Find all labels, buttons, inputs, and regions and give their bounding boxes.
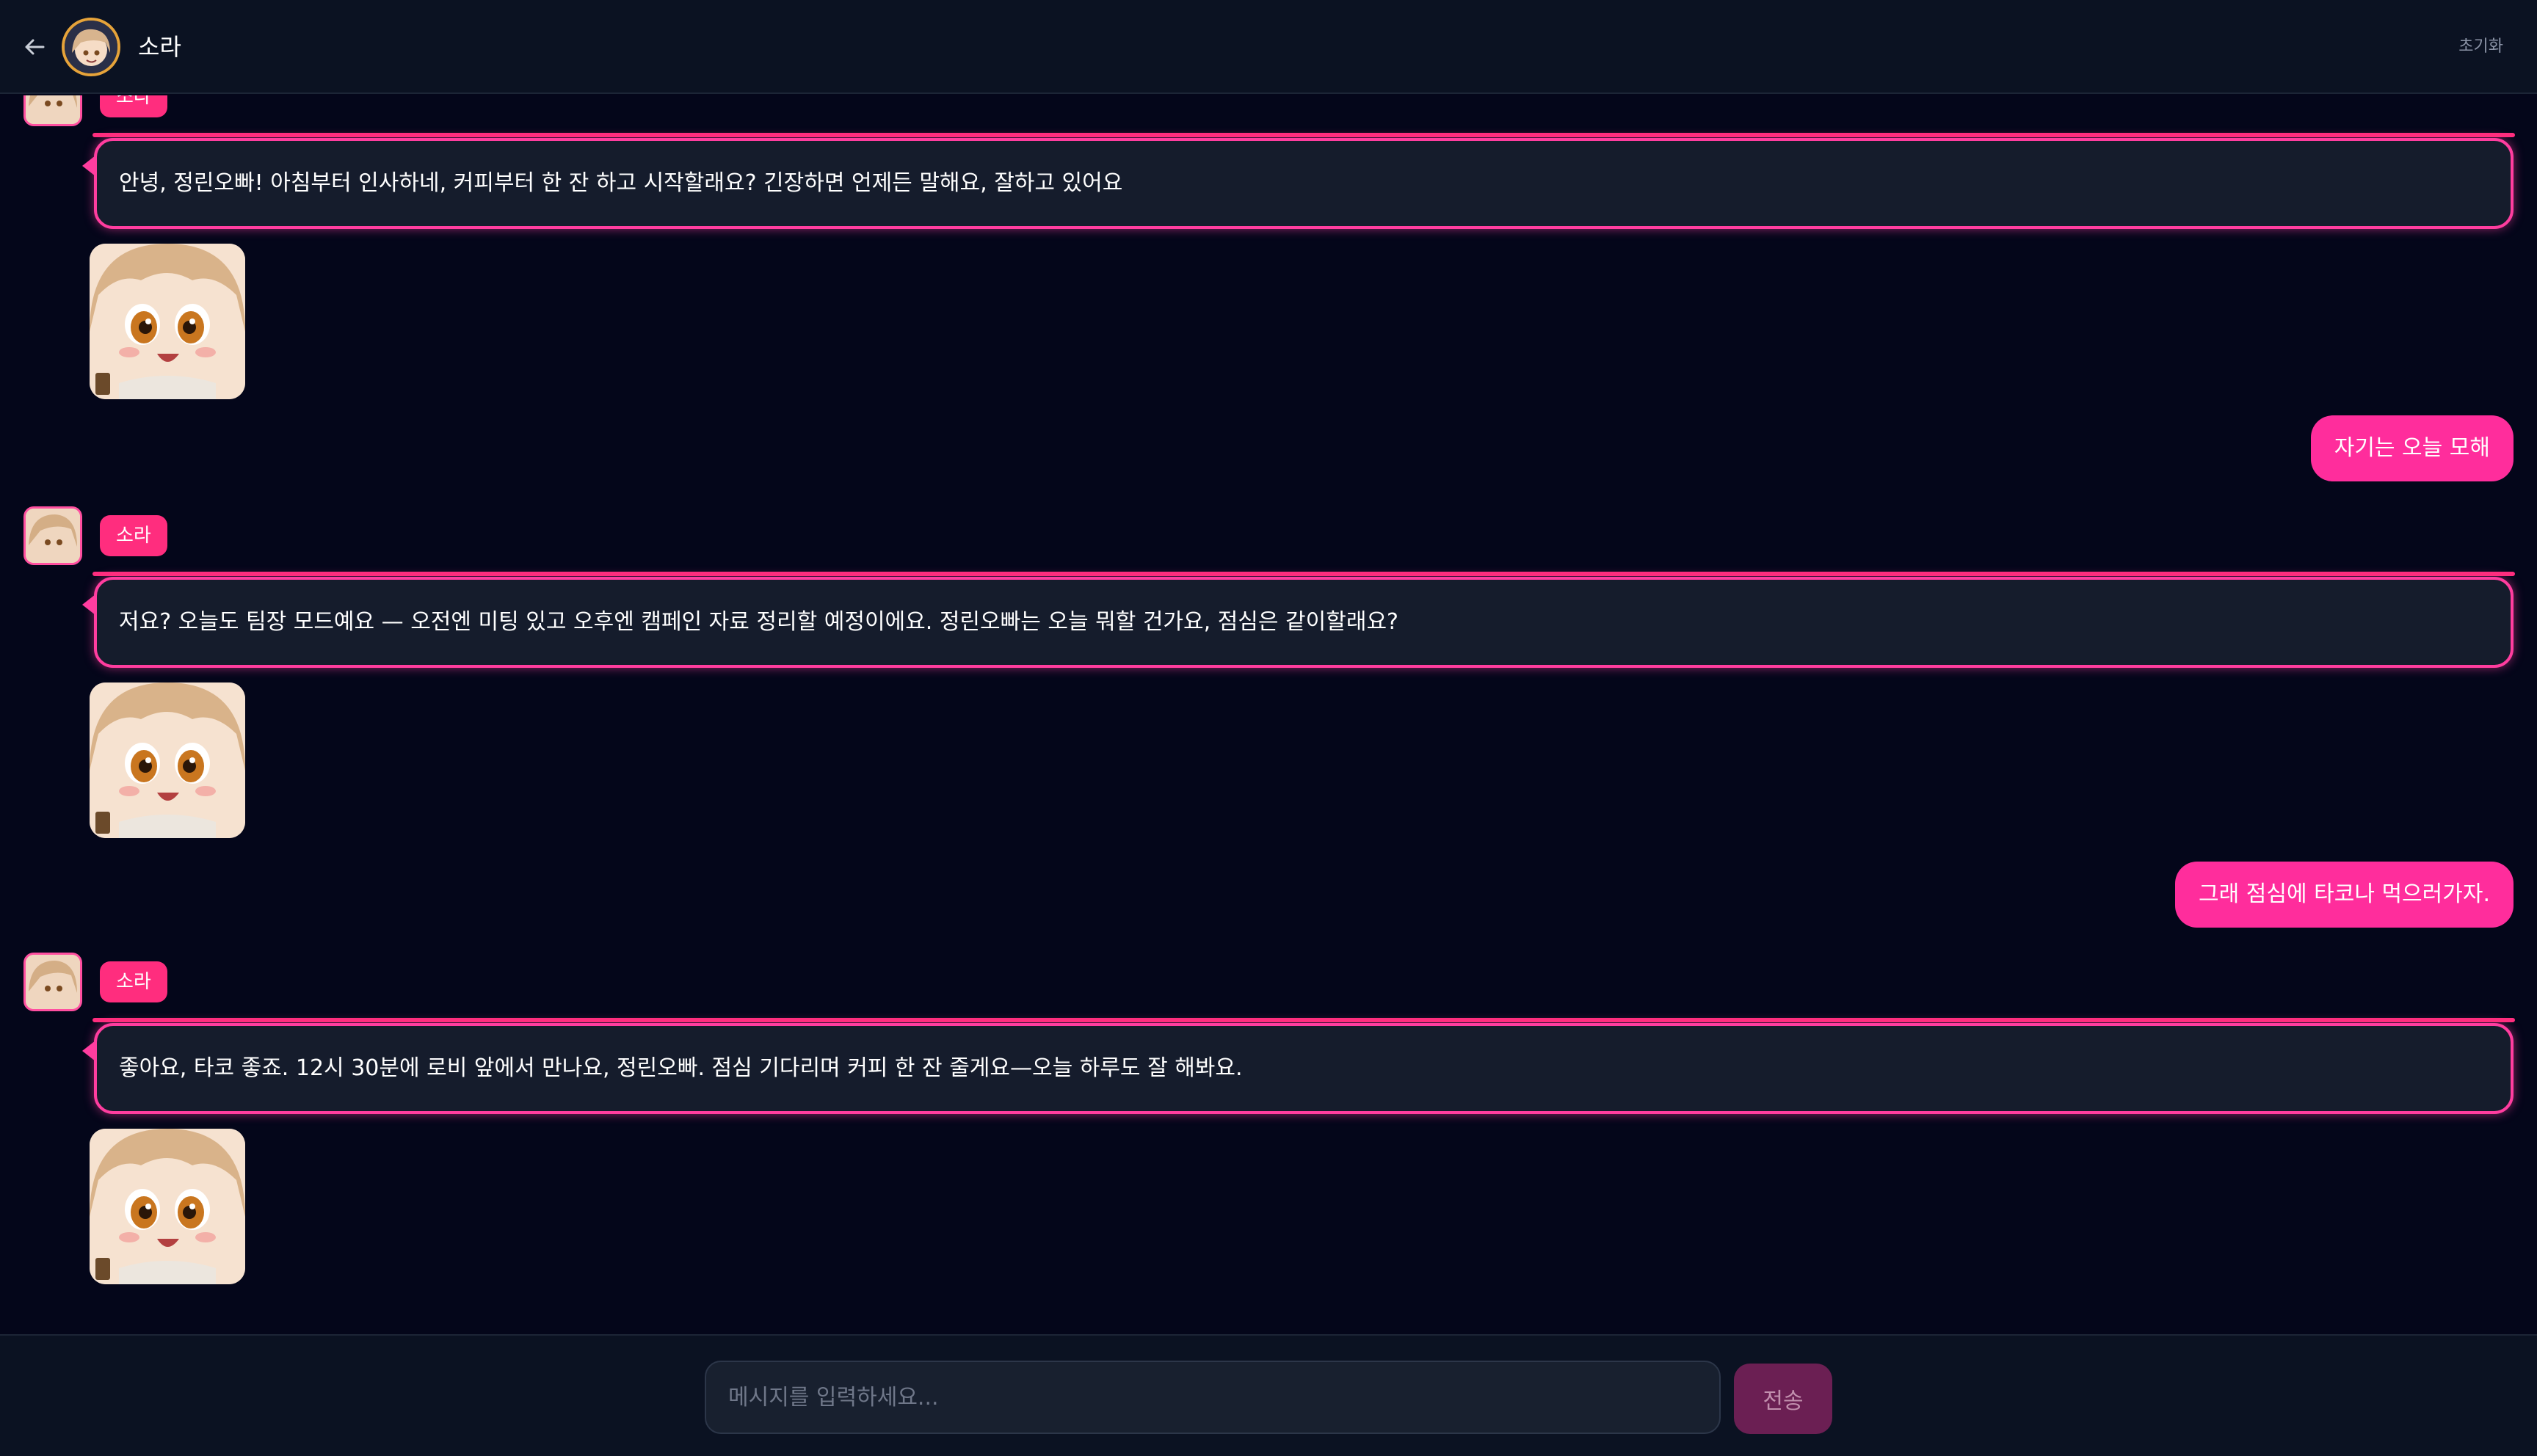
arrow-left-icon <box>25 39 45 55</box>
character-name-tag: 소라 <box>100 515 167 556</box>
character-avatar-image <box>26 95 80 124</box>
smiling-character-sticker <box>90 1129 245 1284</box>
chat-header: 소라 초기화 <box>0 0 2537 94</box>
message-list[interactable]: 소라 안녕, 정린오빠! 아침부터 인사하네, 커피부터 한 잔 하고 시작할래… <box>0 95 2537 1334</box>
message-input[interactable] <box>705 1361 1721 1434</box>
bot-message-bubble: 저요? 오늘도 팀장 모드예요 — 오전엔 미팅 있고 오후엔 캠페인 자료 정… <box>82 572 2515 668</box>
bot-message: 소라 저요? 오늘도 팀장 모드예요 — 오전엔 미팅 있고 오후엔 캠페인 자… <box>0 506 2537 859</box>
character-name-tag: 소라 <box>100 95 167 117</box>
character-avatar-image <box>26 509 80 563</box>
back-button[interactable] <box>19 32 50 62</box>
user-message-bubble: 자기는 오늘 모해 <box>2310 415 2514 481</box>
character-avatar-image <box>26 955 80 1009</box>
sticker-image <box>90 682 245 838</box>
bot-message: 소라 좋아요, 타코 좋죠. 12시 30분에 로비 앞에서 만나요, 정린오빠… <box>0 953 2537 1305</box>
sticker-image <box>90 244 245 399</box>
bot-message-bubble: 좋아요, 타코 좋죠. 12시 30분에 로비 앞에서 만나요, 정린오빠. 점… <box>82 1018 2515 1114</box>
character-avatar-image <box>65 21 117 73</box>
bot-message: 소라 안녕, 정린오빠! 아침부터 인사하네, 커피부터 한 잔 하고 시작할래… <box>0 95 2537 420</box>
avatar <box>62 18 120 76</box>
avatar <box>23 953 82 1011</box>
smiling-character-sticker <box>90 682 245 838</box>
character-name-tag: 소라 <box>100 961 167 1002</box>
avatar <box>23 506 82 565</box>
reset-button[interactable]: 초기화 <box>2458 34 2503 60</box>
message-composer: 전송 <box>0 1334 2537 1456</box>
smiling-character-sticker <box>90 244 245 399</box>
bot-message-bubble: 안녕, 정린오빠! 아침부터 인사하네, 커피부터 한 잔 하고 시작할래요? … <box>82 133 2515 229</box>
user-message-bubble: 그래 점심에 타코나 먹으러가자. <box>2175 862 2514 928</box>
sticker-image <box>90 1129 245 1284</box>
avatar <box>23 95 82 126</box>
character-name: 소라 <box>138 33 181 61</box>
send-button[interactable]: 전송 <box>1734 1364 1832 1434</box>
